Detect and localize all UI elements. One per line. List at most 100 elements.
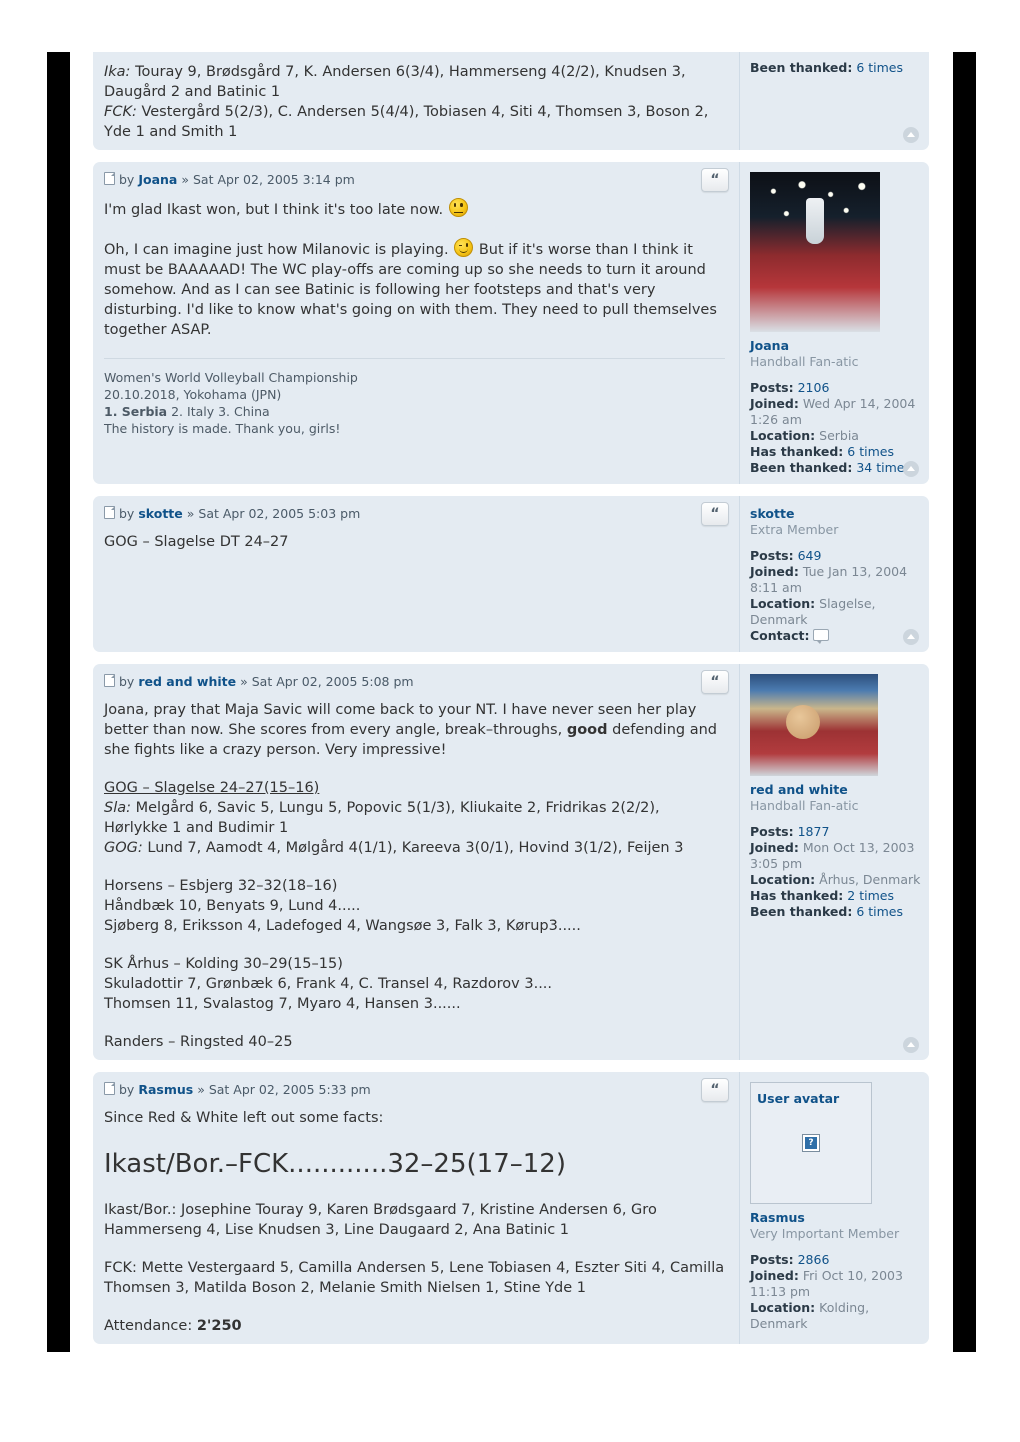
been-thanked-label: Been thanked: bbox=[750, 60, 853, 75]
post-header: by Rasmus » Sat Apr 02, 2005 5:33 pm bbox=[104, 1082, 725, 1098]
attendance-row: Attendance: 2'250 bbox=[104, 1316, 725, 1336]
profile-username[interactable]: skotte bbox=[750, 506, 921, 522]
post-by-label: by bbox=[119, 674, 135, 689]
post-author-link[interactable]: red and white bbox=[138, 674, 236, 689]
scroll-to-top-icon[interactable] bbox=[903, 629, 919, 645]
has-thanked-value[interactable]: 2 times bbox=[847, 888, 894, 903]
signature-line: 20.10.2018, Yokohama (JPN) bbox=[104, 387, 282, 402]
scroll-to-top-icon[interactable] bbox=[903, 127, 919, 143]
post-line: Vestergård 5(2/3), C. Andersen 5(4/4), T… bbox=[141, 104, 709, 120]
quote-button[interactable]: “ bbox=[701, 502, 729, 526]
quote-button[interactable]: “ bbox=[701, 670, 729, 694]
joined-label: Joined: bbox=[750, 840, 799, 855]
avatar-placeholder[interactable]: User avatar ? bbox=[750, 1082, 872, 1204]
post-line: Touray 9, Brødsgård 7, K. Andersen 6(3/4… bbox=[135, 64, 686, 80]
scroll-to-top-icon[interactable] bbox=[903, 461, 919, 477]
joined-label: Joined: bbox=[750, 564, 799, 579]
post-body: by Rasmus » Sat Apr 02, 2005 5:33 pm “ S… bbox=[93, 1072, 739, 1344]
post-red-and-white: by red and white » Sat Apr 02, 2005 5:08… bbox=[93, 664, 929, 1060]
signature-rest: 2. Italy 3. China bbox=[171, 404, 270, 419]
contact-label: Contact: bbox=[750, 628, 810, 643]
match-line: Lund 7, Aamodt 4, Mølgård 4(1/1), Kareev… bbox=[147, 840, 684, 856]
profile-been-thanked-row: Been thanked: 34 times bbox=[750, 460, 921, 476]
post-header: by red and white » Sat Apr 02, 2005 5:08… bbox=[104, 674, 725, 690]
profile-rank: Handball Fan-atic bbox=[750, 798, 859, 813]
smiley-wink-icon bbox=[454, 238, 474, 257]
posts-label: Posts: bbox=[750, 380, 794, 395]
post-profile: Joana Handball Fan-atic Posts: 2106 Join… bbox=[739, 162, 929, 484]
profile-username[interactable]: red and white bbox=[750, 782, 921, 798]
post-paragraph: Since Red & White left out some facts: bbox=[104, 1110, 384, 1126]
location-value: Århus, Denmark bbox=[819, 872, 921, 887]
post-icon bbox=[104, 172, 115, 185]
private-message-icon[interactable] bbox=[813, 629, 830, 644]
profile-joined-row: Joined: Tue Jan 13, 2004 8:11 am bbox=[750, 564, 921, 596]
post-author-link[interactable]: Rasmus bbox=[138, 1082, 193, 1097]
profile-username[interactable]: Joana bbox=[750, 338, 921, 354]
signature-bold: 1. Serbia bbox=[104, 404, 168, 419]
post-icon bbox=[104, 674, 115, 687]
joined-label: Joined: bbox=[750, 396, 799, 411]
avatar[interactable] bbox=[750, 674, 878, 776]
post-content: Ika: Touray 9, Brødsgård 7, K. Andersen … bbox=[104, 62, 725, 142]
location-value: Serbia bbox=[819, 428, 859, 443]
profile-contact-row: Contact: bbox=[750, 628, 921, 644]
post-by-label: by bbox=[119, 1082, 135, 1097]
been-thanked-value[interactable]: 6 times bbox=[856, 60, 903, 75]
location-label: Location: bbox=[750, 872, 816, 887]
profile-username[interactable]: Rasmus bbox=[750, 1210, 921, 1226]
scroll-to-top-icon[interactable] bbox=[903, 1037, 919, 1053]
team-label-gog: GOG: bbox=[104, 840, 143, 856]
profile-rank: Very Important Member bbox=[750, 1226, 900, 1241]
post-content: GOG – Slagelse DT 24–27 bbox=[104, 532, 725, 552]
post-paragraph: GOG – Slagelse DT 24–27 bbox=[104, 534, 289, 550]
post-body: by skotte » Sat Apr 02, 2005 5:03 pm “ G… bbox=[93, 496, 739, 652]
has-thanked-label: Has thanked: bbox=[750, 444, 844, 459]
profile-location-row: Location: Slagelse, Denmark bbox=[750, 596, 921, 628]
post-icon bbox=[104, 506, 115, 519]
posts-value[interactable]: 2106 bbox=[798, 380, 830, 395]
team-label-ika: Ika: bbox=[104, 64, 131, 80]
post-paragraph: FCK: Mette Vestergaard 5, Camilla Anders… bbox=[104, 1260, 725, 1296]
been-thanked-value[interactable]: 6 times bbox=[856, 904, 903, 919]
quote-button[interactable]: “ bbox=[701, 1078, 729, 1102]
avatar[interactable] bbox=[750, 172, 880, 332]
been-thanked-row: Been thanked: 6 times bbox=[750, 60, 921, 76]
signature-line: 1. Serbia 2. Italy 3. China bbox=[104, 403, 725, 420]
posts-value[interactable]: 1877 bbox=[798, 824, 830, 839]
signature-line: The history is made. Thank you, girls! bbox=[104, 421, 341, 436]
post-header-separator: » bbox=[181, 172, 189, 187]
posts-value[interactable]: 649 bbox=[798, 548, 822, 563]
post-author-link[interactable]: skotte bbox=[138, 506, 182, 521]
post-paragraph: I'm glad Ikast won, but I think it's too… bbox=[104, 202, 444, 218]
post-content: Since Red & White left out some facts: I… bbox=[104, 1108, 725, 1336]
team-label-sla: Sla: bbox=[104, 800, 132, 816]
post-author-link[interactable]: Joana bbox=[138, 172, 177, 187]
profile-posts-row: Posts: 1877 bbox=[750, 824, 921, 840]
profile-rank: Handball Fan-atic bbox=[750, 354, 859, 369]
post-date: Sat Apr 02, 2005 5:03 pm bbox=[198, 506, 361, 521]
match-line: Horsens – Esbjerg 32–32(18–16) bbox=[104, 878, 338, 894]
posts-label: Posts: bbox=[750, 824, 794, 839]
has-thanked-value[interactable]: 6 times bbox=[847, 444, 894, 459]
quote-button[interactable]: “ bbox=[701, 168, 729, 192]
post-date: Sat Apr 02, 2005 5:08 pm bbox=[251, 674, 414, 689]
post-header-separator: » bbox=[240, 674, 248, 689]
attendance-value: 2'250 bbox=[196, 1318, 242, 1334]
post-date: Sat Apr 02, 2005 5:33 pm bbox=[208, 1082, 371, 1097]
location-label: Location: bbox=[750, 596, 816, 611]
profile-has-thanked-row: Has thanked: 6 times bbox=[750, 444, 921, 460]
location-label: Location: bbox=[750, 428, 816, 443]
location-label: Location: bbox=[750, 1300, 816, 1315]
post-paragraph: Oh, I can imagine just how Milanovic is … bbox=[104, 242, 449, 258]
post-bold-word: good bbox=[566, 722, 608, 738]
profile-posts-row: Posts: 2866 bbox=[750, 1252, 921, 1268]
posts-value[interactable]: 2866 bbox=[798, 1252, 830, 1267]
post-paragraph: Ikast/Bor.: Josephine Touray 9, Karen Br… bbox=[104, 1202, 657, 1238]
smiley-neutral-icon bbox=[448, 198, 468, 217]
post-content: I'm glad Ikast won, but I think it's too… bbox=[104, 198, 725, 340]
team-label-fck: FCK: bbox=[104, 104, 137, 120]
post-by-label: by bbox=[119, 506, 135, 521]
post-header-separator: » bbox=[197, 1082, 205, 1097]
post-signature: Women's World Volleyball Championship 20… bbox=[104, 358, 725, 437]
